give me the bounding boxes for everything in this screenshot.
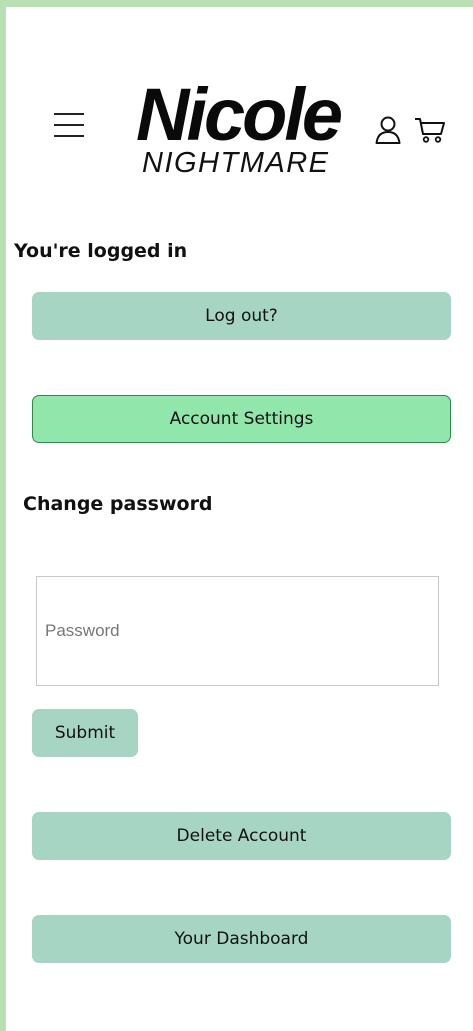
user-icon[interactable] [374, 115, 402, 145]
change-password-title: Change password [23, 493, 213, 515]
logo[interactable]: Nicole NIGHTMARE [132, 69, 352, 180]
dashboard-button[interactable]: Your Dashboard [32, 915, 451, 963]
cart-icon[interactable] [414, 115, 446, 145]
header: Nicole NIGHTMARE [6, 7, 473, 207]
logo-sub-text: NIGHTMARE [142, 147, 330, 179]
logout-button[interactable]: Log out? [32, 292, 451, 340]
password-input[interactable] [36, 576, 439, 686]
logged-in-status: You're logged in [14, 240, 188, 262]
account-settings-button[interactable]: Account Settings [32, 395, 451, 443]
logo-main-text: Nicole [136, 73, 343, 156]
hamburger-menu-icon[interactable] [54, 113, 84, 137]
delete-account-button[interactable]: Delete Account [32, 812, 451, 860]
submit-button[interactable]: Submit [32, 709, 138, 757]
page: Nicole NIGHTMARE You're logged in Log ou… [6, 7, 473, 1031]
